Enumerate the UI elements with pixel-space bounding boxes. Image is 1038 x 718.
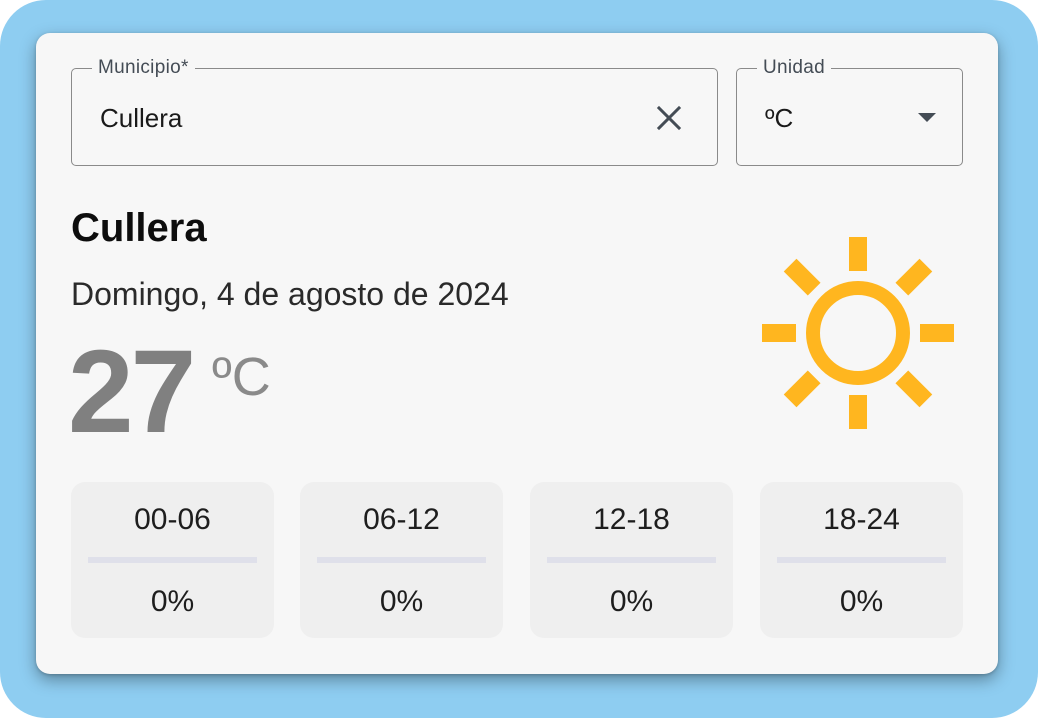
precipitation-bar (88, 557, 257, 563)
period-card-12-18: 12-18 0% (530, 482, 733, 638)
period-label: 18-24 (823, 503, 900, 536)
period-card-18-24: 18-24 0% (760, 482, 963, 638)
period-label: 06-12 (363, 503, 440, 536)
temperature-value: 27 (68, 326, 196, 458)
period-card-00-06: 00-06 0% (71, 482, 274, 638)
period-label: 00-06 (134, 503, 211, 536)
period-value: 0% (609, 585, 654, 618)
unit-selected-value[interactable]: ºC (765, 103, 793, 133)
weather-card: Municipio* Cullera Unidad ºC Cullera Dom… (36, 33, 998, 674)
close-icon[interactable] (651, 100, 687, 136)
unit-select[interactable]: Unidad ºC (736, 57, 963, 166)
period-forecast-list: 00-06 0% 06-12 0% 12-18 0% 18-24 0% (71, 482, 963, 638)
period-card-06-12: 06-12 0% (300, 482, 503, 638)
municipality-label: Municipio* (92, 57, 195, 79)
precipitation-bar (317, 557, 486, 563)
period-value: 0% (379, 585, 424, 618)
period-value: 0% (150, 585, 195, 618)
period-label: 12-18 (593, 503, 670, 536)
precipitation-bar (547, 557, 716, 563)
forecast-date: Domingo, 4 de agosto de 2024 (71, 276, 509, 312)
precipitation-bar (777, 557, 946, 563)
caret-down-icon[interactable] (918, 113, 936, 122)
city-title: Cullera (71, 206, 207, 250)
sun-icon (758, 233, 958, 433)
municipality-input[interactable]: Cullera (100, 103, 182, 133)
unit-label: Unidad (757, 57, 832, 79)
temperature-unit: ºC (212, 347, 271, 407)
period-value: 0% (839, 585, 884, 618)
municipality-field[interactable]: Municipio* Cullera (71, 57, 718, 166)
